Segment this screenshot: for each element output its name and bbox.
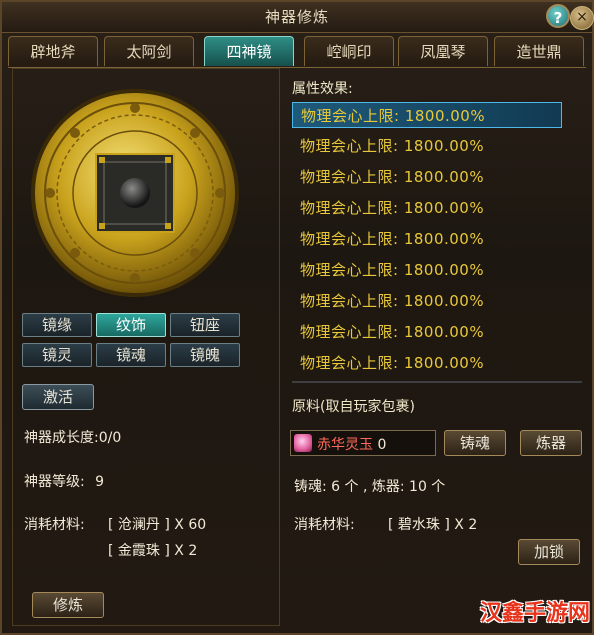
tab-taiajian[interactable]: 太阿剑 — [104, 36, 194, 66]
title-bar: 神器修炼 ? × — [2, 2, 594, 33]
attribute-row[interactable]: 物理会心上限: 1800.00% — [292, 102, 562, 128]
tab-kongtongyin[interactable]: 崆峒印 — [304, 36, 394, 66]
tab-zaoshiding[interactable]: 造世鼎 — [494, 36, 584, 66]
material-slot-text: 赤华灵玉 0 — [317, 434, 386, 454]
material-name: 赤华灵玉 — [317, 437, 373, 453]
material-item: [ 沧澜丹 ] X 60 — [108, 517, 207, 533]
attribute-row[interactable]: 物理会心上限: 1800.00% — [292, 133, 562, 159]
attribute-row[interactable]: 物理会心上限: 1800.00% — [292, 164, 562, 190]
cast-soul-button[interactable]: 铸魂 — [444, 430, 506, 456]
bronze-mirror-image — [28, 86, 242, 300]
sub-tab-jingpo[interactable]: 镜魄 — [170, 343, 240, 367]
tab-sishenjing[interactable]: 四神镜 — [204, 36, 294, 66]
sub-tab-jinghun[interactable]: 镜魂 — [96, 343, 166, 367]
sub-tab-wenshi[interactable]: 纹饰 — [96, 313, 166, 337]
growth-label: 神器成长度: — [24, 430, 99, 446]
attribute-row[interactable]: 物理会心上限: 1800.00% — [292, 195, 562, 221]
right-consume-value: [ 碧水珠 ] X 2 — [388, 517, 478, 533]
sub-tab-niuzuo[interactable]: 钮座 — [170, 313, 240, 337]
close-button[interactable]: × — [570, 6, 594, 30]
attribute-row[interactable]: 物理会心上限: 1800.00% — [292, 350, 562, 376]
site-watermark: 汉鑫手游网 — [479, 601, 590, 626]
artifact-tabs: 辟地斧 太阿剑 四神镜 崆峒印 凤凰琴 造世鼎 — [8, 36, 586, 68]
material-slot[interactable]: 赤华灵玉 0 — [290, 430, 436, 456]
right-consume-label: 消耗材料: — [294, 517, 355, 533]
level-value: 9 — [95, 474, 105, 490]
help-button[interactable]: ? — [546, 4, 570, 28]
window-title: 神器修炼 — [264, 8, 329, 26]
growth-row: 神器成长度:0/0 — [24, 427, 121, 447]
attribute-list-scrollbar[interactable] — [292, 381, 582, 383]
sub-tab-jingling[interactable]: 镜灵 — [22, 343, 92, 367]
refine-button[interactable]: 修炼 — [32, 592, 104, 618]
attribute-row[interactable]: 物理会心上限: 1800.00% — [292, 319, 562, 345]
material-count: 0 — [377, 437, 387, 453]
jade-gem-icon — [294, 434, 312, 452]
material-item: [ 金霞珠 ] X 2 — [108, 543, 198, 559]
level-row: 神器等级: 9 — [24, 471, 104, 491]
tab-fenghuangqin[interactable]: 凤凰琴 — [398, 36, 488, 66]
left-consume-label: 消耗材料: — [24, 517, 85, 533]
material-source-title: 原料(取自玩家包裹) — [292, 399, 415, 415]
attr-effects-title: 属性效果: — [292, 81, 353, 97]
cast-forge-counts: 铸魂: 6 个 , 炼器: 10 个 — [294, 479, 446, 495]
attribute-row[interactable]: 物理会心上限: 1800.00% — [292, 288, 562, 314]
attribute-row[interactable]: 物理会心上限: 1800.00% — [292, 226, 562, 252]
tab-pidifu[interactable]: 辟地斧 — [8, 36, 98, 66]
forge-button[interactable]: 炼器 — [520, 430, 582, 456]
lock-button[interactable]: 加锁 — [518, 539, 580, 565]
activate-button[interactable]: 激活 — [22, 384, 94, 410]
growth-value: 0/0 — [98, 430, 122, 446]
sub-tab-jingyuan[interactable]: 镜缘 — [22, 313, 92, 337]
attribute-list: 物理会心上限: 1800.00% 物理会心上限: 1800.00% 物理会心上限… — [292, 100, 582, 382]
level-label: 神器等级: — [24, 474, 85, 490]
attribute-row[interactable]: 物理会心上限: 1800.00% — [292, 257, 562, 283]
